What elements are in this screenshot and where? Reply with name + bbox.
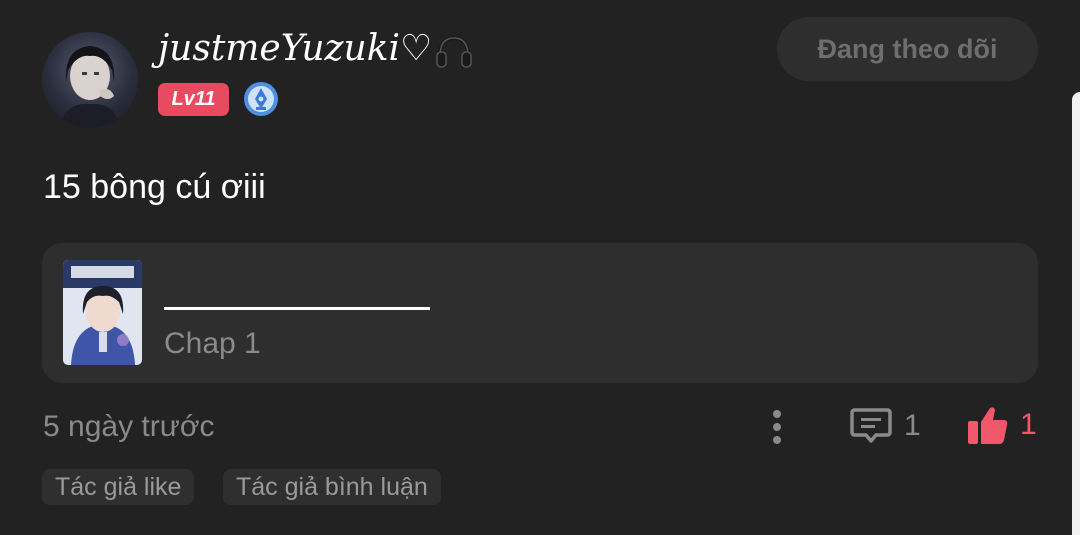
pen-badge-icon	[244, 82, 278, 116]
username-text: justmeYuzuki♡	[158, 28, 433, 69]
username[interactable]: justmeYuzuki♡	[158, 28, 474, 70]
level-badge: Lv11	[158, 83, 229, 116]
comment-item: justmeYuzuki♡ Lv11 Đang theo dõi 15 bông…	[0, 0, 1080, 535]
like-count: 1	[1020, 408, 1037, 441]
timestamp: 5 ngày trước	[43, 410, 215, 443]
reply-button[interactable]: 1	[850, 405, 921, 447]
chapter-title-underline	[164, 307, 430, 310]
avatar[interactable]	[42, 32, 138, 128]
author-liked-tag: Tác giả like	[42, 469, 195, 505]
thumbs-up-icon	[968, 407, 1008, 444]
comment-bubble-icon	[850, 408, 892, 443]
following-button[interactable]: Đang theo dõi	[777, 17, 1038, 81]
reply-count: 1	[904, 409, 921, 442]
chapter-cover-thumbnail	[63, 260, 142, 365]
edge-panel-handle[interactable]	[1072, 92, 1080, 535]
more-options-icon[interactable]	[764, 407, 790, 447]
author-commented-tag: Tác giả bình luận	[223, 469, 441, 505]
headphones-icon	[436, 35, 473, 68]
chapter-number: Chap 1	[164, 327, 261, 360]
like-button[interactable]: 1	[966, 403, 1037, 447]
comment-text: 15 bông cú ơiii	[43, 168, 266, 206]
chapter-card[interactable]: Chap 1	[42, 243, 1038, 383]
